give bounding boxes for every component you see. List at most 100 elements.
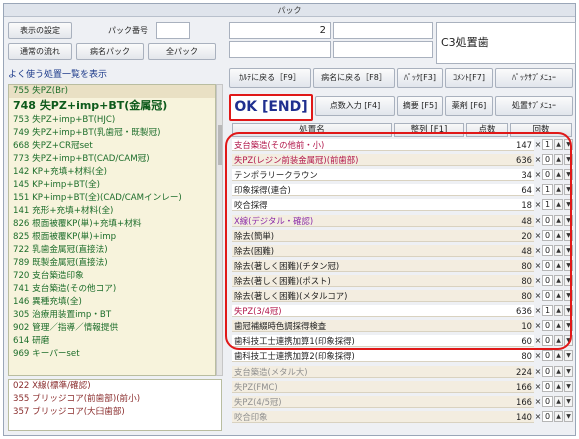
count-input[interactable]: 0 xyxy=(542,335,553,347)
list-item[interactable]: 668 失PZ+CR冠set xyxy=(9,140,215,153)
table-row[interactable]: 印象採得(連合) 64 × 1 ▲ ▼ xyxy=(232,184,573,197)
table-row[interactable]: 歯冠補綴時色調採得検査 10 × 0 ▲ ▼ xyxy=(232,320,573,333)
count-up-icon[interactable]: ▲ xyxy=(554,184,563,196)
count-input[interactable]: 0 xyxy=(542,350,553,362)
count-up-icon[interactable]: ▲ xyxy=(554,259,563,271)
table-row[interactable]: 失PZ(レジン前装金属冠)(前歯部) 636 × 0 ▲ ▼ xyxy=(232,154,573,167)
ok-end-button[interactable]: OK [END] xyxy=(229,94,313,121)
count-up-icon[interactable]: ▲ xyxy=(554,169,563,181)
table-row[interactable]: 除去(著しく困難)(チタン冠) 80 × 0 ▲ ▼ xyxy=(232,259,573,273)
count-down-icon[interactable]: ▼ xyxy=(564,305,573,317)
count-down-icon[interactable]: ▼ xyxy=(564,139,573,150)
count-up-icon[interactable]: ▲ xyxy=(554,335,563,347)
disease-pack-button[interactable]: 病名パック xyxy=(76,43,144,60)
count-input[interactable]: 0 xyxy=(542,259,553,271)
count-down-icon[interactable]: ▼ xyxy=(564,380,573,392)
count-down-icon[interactable]: ▼ xyxy=(564,410,573,422)
empty-field-1[interactable] xyxy=(229,41,331,58)
count-down-icon[interactable]: ▼ xyxy=(564,274,573,286)
summary-button[interactable]: 摘要 [F5] xyxy=(397,96,443,116)
comment-button[interactable]: ｺﾒﾝﾄ[F7] xyxy=(445,68,493,88)
count-down-icon[interactable]: ▼ xyxy=(564,244,573,256)
count-input[interactable]: 0 xyxy=(542,214,553,226)
count-down-icon[interactable]: ▼ xyxy=(564,290,573,301)
list-item[interactable]: 826 根面被覆KP(単)+充填+材料 xyxy=(9,218,215,231)
pack-sub-menu-button[interactable]: ﾊﾟｯｸｻﾌﾞﾒﾆｭｰ xyxy=(495,68,573,88)
table-row[interactable]: 咬合印象 140 × 0 ▲ ▼ xyxy=(232,410,573,424)
count-up-icon[interactable]: ▲ xyxy=(554,320,563,332)
count-down-icon[interactable]: ▼ xyxy=(564,350,573,362)
treatment-sub-menu-button[interactable]: 処置ｻﾌﾞﾒﾆｭｰ xyxy=(495,96,573,116)
treatment-list[interactable]: 755 失PZ(Br) 748 失PZ+imp+BT(金属冠) 753 失PZ+im… xyxy=(8,84,216,376)
list-scrollbar[interactable] xyxy=(216,84,223,376)
list-item[interactable]: 151 KP+imp+BT(全)(CAD/CAMインレー) xyxy=(9,192,215,205)
count-up-icon[interactable]: ▲ xyxy=(554,350,563,362)
list-item[interactable]: 614 研磨 xyxy=(9,335,215,348)
top-right-field[interactable] xyxy=(333,22,433,39)
empty-field-2[interactable] xyxy=(333,41,433,58)
count-down-icon[interactable]: ▼ xyxy=(564,154,573,166)
list-item[interactable]: 825 根面被覆KP(単)+imp xyxy=(9,231,215,244)
normal-flow-button[interactable]: 通常の流れ xyxy=(8,43,72,60)
number-field[interactable]: 2 xyxy=(229,22,331,39)
count-down-icon[interactable]: ▼ xyxy=(564,184,573,196)
table-row[interactable]: 除去(著しく困難)(ポスト) 80 × 0 ▲ ▼ xyxy=(232,274,573,288)
table-row[interactable]: 歯科技工士連携加算2(印象採得) 80 × 0 ▲ ▼ xyxy=(232,350,573,363)
table-row[interactable]: 支台築造(メタル大) 224 × 0 ▲ ▼ xyxy=(232,365,573,379)
frequent-list-toggle[interactable]: よく使う処置一覧を表示 xyxy=(8,68,222,82)
count-input[interactable]: 0 xyxy=(542,380,553,392)
count-up-icon[interactable]: ▲ xyxy=(554,305,563,317)
count-input[interactable]: 0 xyxy=(542,244,553,256)
list-item[interactable]: 748 失PZ+imp+BT(金属冠) xyxy=(9,98,215,114)
count-input[interactable]: 0 xyxy=(542,320,553,332)
count-input[interactable]: 1 xyxy=(542,199,553,211)
table-row[interactable]: 失PZ(3/4冠) 636 × 1 ▲ ▼ xyxy=(232,305,573,318)
count-up-icon[interactable]: ▲ xyxy=(554,290,563,301)
list-item[interactable]: 773 失PZ+imp+BT(CAD/CAM冠) xyxy=(9,153,215,166)
table-row[interactable]: 歯科技工士連携加算1(印象採得) 60 × 0 ▲ ▼ xyxy=(232,335,573,348)
count-up-icon[interactable]: ▲ xyxy=(554,380,563,392)
count-input[interactable]: 1 xyxy=(542,184,553,196)
secondary-list[interactable]: 022 X線(標準/確認) 355 ブリッジコア(前歯部)(前小) 357 ブリッジ… xyxy=(8,379,222,431)
secondary-list-item[interactable]: 357 ブリッジコア(大臼歯部) xyxy=(9,406,221,419)
table-row[interactable]: 支台築造(その他前・小) 147 × 1 ▲ ▼ xyxy=(232,139,573,152)
count-up-icon[interactable]: ▲ xyxy=(554,154,563,166)
count-input[interactable]: 0 xyxy=(542,169,553,181)
count-up-icon[interactable]: ▲ xyxy=(554,139,563,150)
count-up-icon[interactable]: ▲ xyxy=(554,244,563,256)
count-up-icon[interactable]: ▲ xyxy=(554,229,563,241)
count-up-icon[interactable]: ▲ xyxy=(554,274,563,286)
list-item[interactable]: 305 治療用装置imp・BT xyxy=(9,309,215,322)
list-item[interactable]: 789 既製金属冠(直接法) xyxy=(9,257,215,270)
list-item[interactable]: 142 KP+充填+材料(全) xyxy=(9,166,215,179)
count-down-icon[interactable]: ▼ xyxy=(564,229,573,241)
table-row[interactable]: X線(デジタル・確認) 48 × 0 ▲ ▼ xyxy=(232,214,573,228)
list-item[interactable]: 145 KP+imp+BT(全) xyxy=(9,179,215,192)
count-down-icon[interactable]: ▼ xyxy=(564,365,573,377)
count-down-icon[interactable]: ▼ xyxy=(564,395,573,407)
back-to-disease-button[interactable]: 病名に戻る［F8］ xyxy=(313,68,395,88)
list-item[interactable]: 969 キーパーset xyxy=(9,348,215,361)
count-input[interactable]: 0 xyxy=(542,290,553,301)
count-down-icon[interactable]: ▼ xyxy=(564,259,573,271)
count-input[interactable]: 1 xyxy=(542,139,553,150)
count-up-icon[interactable]: ▲ xyxy=(554,365,563,377)
table-row[interactable]: 除去(簡単) 20 × 0 ▲ ▼ xyxy=(232,229,573,243)
pack-number-input[interactable] xyxy=(156,22,190,39)
count-input[interactable]: 1 xyxy=(542,305,553,317)
count-up-icon[interactable]: ▲ xyxy=(554,395,563,407)
count-down-icon[interactable]: ▼ xyxy=(564,320,573,332)
list-item[interactable]: 749 失PZ+imp+BT(乳歯冠・既製冠) xyxy=(9,127,215,140)
count-input[interactable]: 0 xyxy=(542,395,553,407)
secondary-list-item[interactable]: 022 X線(標準/確認) xyxy=(9,380,221,393)
table-row[interactable]: 咬合採得 18 × 1 ▲ ▼ xyxy=(232,199,573,212)
count-down-icon[interactable]: ▼ xyxy=(564,214,573,226)
list-item[interactable]: 753 失PZ+imp+BT(HJC) xyxy=(9,114,215,127)
count-input[interactable]: 0 xyxy=(542,229,553,241)
sort-button[interactable]: 整列 [F1] xyxy=(394,123,464,137)
table-row[interactable]: 除去(困難) 48 × 0 ▲ ▼ xyxy=(232,244,573,258)
table-row[interactable]: 失PZ(4/5冠) 166 × 0 ▲ ▼ xyxy=(232,395,573,409)
table-row[interactable]: テンポラリークラウン 34 × 0 ▲ ▼ xyxy=(232,169,573,182)
list-item[interactable]: 146 異種充填(全) xyxy=(9,296,215,309)
drug-button[interactable]: 薬剤 [F6] xyxy=(445,96,493,116)
